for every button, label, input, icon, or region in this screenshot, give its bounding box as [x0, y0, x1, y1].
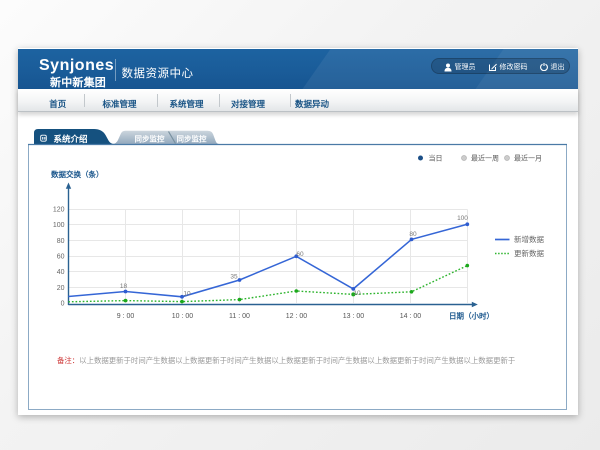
- svg-text:80: 80: [57, 238, 65, 245]
- svg-text:18: 18: [120, 283, 128, 290]
- svg-text:20: 20: [57, 285, 65, 292]
- svg-text:10: 10: [353, 290, 361, 297]
- svg-text:11 : 00: 11 : 00: [229, 313, 250, 320]
- svg-text:数据交换（条）: 数据交换（条）: [51, 169, 104, 179]
- svg-text:35: 35: [230, 273, 238, 280]
- svg-text:同步监控: 同步监控: [135, 133, 165, 143]
- svg-text:日期（小时）: 日期（小时）: [449, 311, 494, 321]
- svg-text:最近一月: 最近一月: [514, 154, 542, 163]
- svg-text:10 : 00: 10 : 00: [172, 313, 194, 320]
- svg-text:40: 40: [57, 269, 65, 276]
- svg-text:10: 10: [183, 291, 191, 298]
- svg-text:100: 100: [457, 215, 468, 222]
- svg-text:新增数据: 新增数据: [514, 234, 544, 244]
- svg-text:100: 100: [53, 222, 65, 229]
- svg-text:0: 0: [61, 301, 65, 308]
- svg-text:80: 80: [409, 231, 417, 238]
- svg-text:最近一周: 最近一周: [471, 154, 499, 163]
- svg-text:9 : 00: 9 : 00: [117, 313, 135, 320]
- svg-text:13 : 00: 13 : 00: [343, 313, 365, 320]
- svg-text:14 : 00: 14 : 00: [400, 313, 422, 320]
- svg-text:120: 120: [53, 207, 65, 214]
- svg-text:12 : 00: 12 : 00: [286, 313, 308, 320]
- svg-text:同步监控: 同步监控: [177, 133, 207, 143]
- svg-text:更新数据: 更新数据: [514, 248, 544, 258]
- svg-text:系统介绍: 系统介绍: [53, 134, 88, 144]
- svg-text:当日: 当日: [429, 154, 443, 163]
- svg-text:60: 60: [57, 254, 65, 261]
- svg-text:60: 60: [296, 251, 304, 258]
